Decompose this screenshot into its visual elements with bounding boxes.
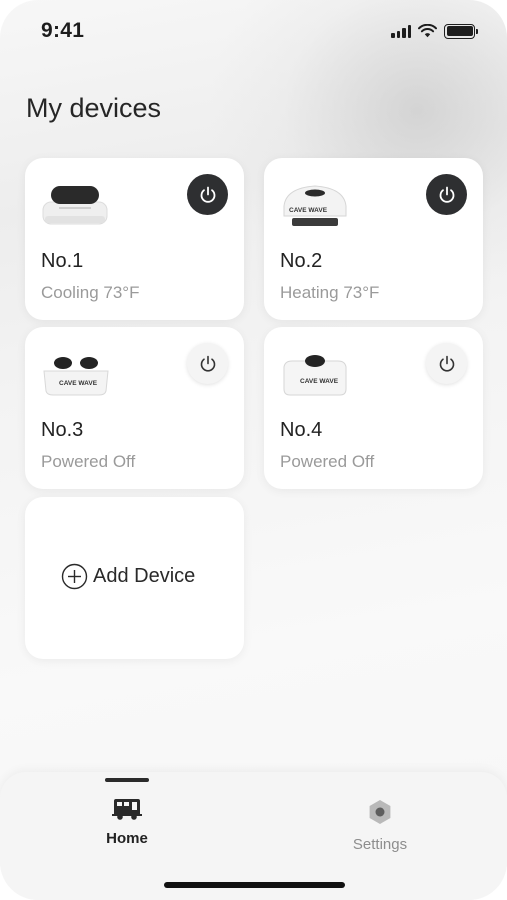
power-icon <box>439 186 454 203</box>
add-device-label: Add Device <box>93 565 196 587</box>
active-tab-indicator <box>105 778 149 782</box>
power-icon <box>200 186 215 203</box>
device-4-image: CAVE WAVE <box>283 355 347 396</box>
battery-icon <box>444 23 478 39</box>
tab-home-label: Home <box>106 830 148 847</box>
app-screen: 9:41 My devices No.1 Cooling 73°F CAVE W… <box>0 0 507 900</box>
device-status-2: Heating 73°F <box>280 283 380 302</box>
add-device-button[interactable]: Add Device <box>61 563 195 590</box>
device-1-image <box>42 186 108 225</box>
power-button-4[interactable] <box>426 343 467 384</box>
tab-settings[interactable]: Settings <box>335 798 425 853</box>
device-status-1: Cooling 73°F <box>41 283 140 302</box>
power-button-2[interactable] <box>426 174 467 215</box>
device-name-2: No.2 <box>280 250 323 272</box>
device-name-4: No.4 <box>280 419 323 441</box>
gear-icon <box>369 800 391 824</box>
device-status-3: Powered Off <box>41 452 136 471</box>
device-card-2[interactable]: CAVE WAVE No.2 Heating 73°F <box>264 158 483 320</box>
power-button-1[interactable] <box>187 174 228 215</box>
tab-home[interactable]: Home <box>82 798 172 847</box>
power-button-3[interactable] <box>187 343 228 384</box>
power-icon <box>439 355 454 372</box>
status-icons <box>391 22 478 40</box>
home-indicator <box>164 882 345 888</box>
status-time: 9:41 <box>41 19 85 42</box>
wifi-icon <box>418 24 437 38</box>
page-title: My devices <box>26 93 162 123</box>
status-bar: 9:41 <box>0 0 507 62</box>
brand-text: CAVE WAVE <box>59 380 98 387</box>
device-3-image: CAVE WAVE <box>43 357 109 396</box>
tab-settings-label: Settings <box>352 836 408 853</box>
device-card-1[interactable]: No.1 Cooling 73°F <box>25 158 244 320</box>
tab-bar: Home Settings <box>0 772 507 900</box>
add-device-card[interactable]: Add Device <box>25 497 244 659</box>
device-card-3[interactable]: CAVE WAVE No.3 Powered Off <box>25 327 244 489</box>
rv-camper-icon <box>112 799 142 820</box>
device-card-4[interactable]: CAVE WAVE No.4 Powered Off <box>264 327 483 489</box>
device-name-1: No.1 <box>41 250 84 272</box>
cellular-signal-icon <box>391 24 411 38</box>
device-name-3: No.3 <box>41 419 84 441</box>
plus-circle-icon <box>61 563 88 590</box>
brand-text: CAVE WAVE <box>300 378 339 385</box>
brand-text: CAVE WAVE <box>289 207 328 214</box>
power-icon <box>200 355 215 372</box>
device-status-4: Powered Off <box>280 452 375 471</box>
device-2-image: CAVE WAVE <box>283 185 347 226</box>
